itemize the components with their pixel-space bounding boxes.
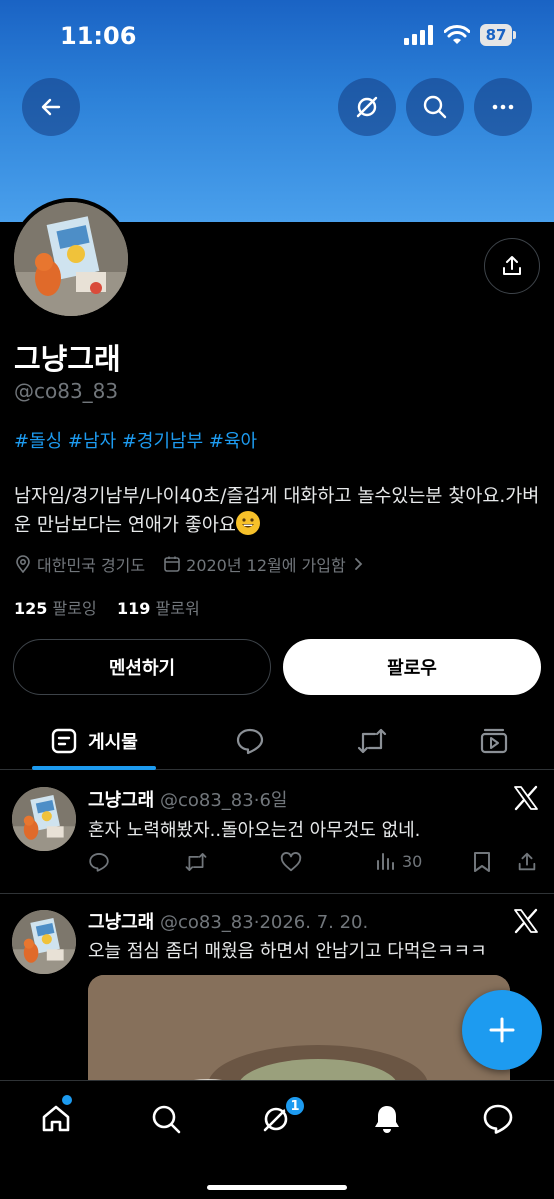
reply-icon xyxy=(236,728,264,755)
post-author-name[interactable]: 그냥그래 xyxy=(88,790,154,811)
post-media-image[interactable] xyxy=(88,975,510,1095)
repost-button[interactable] xyxy=(184,851,208,873)
chevron-right-icon xyxy=(354,558,362,570)
grinning-emoji-icon xyxy=(235,511,260,535)
nav-home[interactable] xyxy=(36,1099,76,1139)
bio-text: 남자임/경기남부/나이40초/즐겁게 대화하고 놀수있는분 찾아요.가벼운 만남… xyxy=(14,486,540,536)
reply-icon xyxy=(89,853,109,872)
grok-icon xyxy=(356,96,378,118)
post-author-handle: @co83_83 xyxy=(159,790,254,811)
followers-count: 119 xyxy=(117,599,151,618)
post-author-name[interactable]: 그냥그래 xyxy=(88,912,154,933)
search-icon xyxy=(423,95,447,119)
post-header: 그냥그래 @co83_83·6일 xyxy=(88,786,287,812)
back-button[interactable] xyxy=(22,78,80,136)
location-pin-icon xyxy=(16,555,30,573)
mention-button[interactable]: 멘션하기 xyxy=(13,639,271,695)
compose-post-button[interactable] xyxy=(462,990,542,1070)
bell-icon xyxy=(375,1106,399,1133)
back-arrow-icon xyxy=(41,98,61,116)
tab-posts[interactable]: 게시물 xyxy=(32,712,156,770)
messages-badge: 1 xyxy=(284,1095,306,1117)
search-icon xyxy=(152,1105,181,1134)
status-time: 11:06 xyxy=(60,22,137,50)
posts-icon xyxy=(51,728,77,754)
repost-icon xyxy=(185,853,207,871)
profile-hashtags[interactable]: #돌싱 #남자 #경기남부 #육아 xyxy=(14,427,257,453)
post-text: 오늘 점심 좀더 매웠음 하면서 안남기고 다먹은ㅋㅋㅋ xyxy=(88,941,487,962)
location-text: 대한민국 경기도 xyxy=(37,556,146,575)
post-time: 6일 xyxy=(259,790,288,811)
post-actions: 30 xyxy=(88,851,544,877)
repost-icon xyxy=(357,728,387,754)
followers-label: 팔로워 xyxy=(155,599,200,618)
location: 대한민국 경기도 xyxy=(14,552,145,576)
calendar-icon xyxy=(164,556,180,572)
battery-icon: 87 xyxy=(480,24,516,46)
views-count: 30 xyxy=(402,851,423,871)
reply-button[interactable] xyxy=(88,851,110,873)
following-count: 125 xyxy=(14,599,48,618)
x-logo-icon xyxy=(514,908,538,934)
status-bar: 11:06 87 xyxy=(0,0,554,74)
home-notification-dot xyxy=(62,1095,72,1105)
search-button[interactable] xyxy=(406,78,464,136)
follow-button[interactable]: 팔로우 xyxy=(283,639,541,695)
views-icon xyxy=(377,853,394,870)
nav-notifications[interactable] xyxy=(367,1099,407,1139)
tab-replies[interactable] xyxy=(230,712,270,770)
home-indicator xyxy=(207,1185,347,1190)
post-item[interactable]: 그냥그래 @co83_83·6일 혼자 노력해봤자..돌아오는건 아무것도 없네… xyxy=(0,771,554,893)
signal-icon xyxy=(404,25,433,45)
bottom-nav: 1 xyxy=(0,1080,554,1199)
avatar-photo xyxy=(14,202,128,316)
media-icon xyxy=(480,728,508,754)
heart-icon xyxy=(280,852,302,872)
more-button[interactable] xyxy=(474,78,532,136)
profile-bio: 남자임/경기남부/나이40초/즐겁게 대화하고 놀수있는분 찾아요.가벼운 만남… xyxy=(14,482,540,540)
follow-stats: 125 팔로잉 119 팔로워 xyxy=(14,595,200,619)
following-link[interactable]: 125 팔로잉 xyxy=(14,599,97,618)
plus-icon xyxy=(489,1017,515,1043)
post-avatar[interactable] xyxy=(12,910,76,974)
tab-posts-label: 게시물 xyxy=(88,732,138,753)
following-label: 팔로잉 xyxy=(52,599,97,618)
bookmark-icon xyxy=(474,852,490,872)
tab-active-indicator xyxy=(32,766,156,770)
home-icon xyxy=(42,1105,70,1132)
share-icon xyxy=(503,256,521,275)
followers-link[interactable]: 119 팔로워 xyxy=(117,599,200,618)
nav-search[interactable] xyxy=(146,1099,186,1139)
profile-name: 그냥그래 xyxy=(14,342,121,376)
grok-button[interactable] xyxy=(338,78,396,136)
x-logo-icon xyxy=(514,785,538,811)
profile-avatar[interactable] xyxy=(10,198,132,320)
profile-tabs: 게시물 xyxy=(0,712,554,770)
views-button[interactable]: 30 xyxy=(376,851,422,871)
tab-reposts[interactable] xyxy=(352,712,392,770)
bookmark-button[interactable] xyxy=(472,851,492,873)
post-author-handle: @co83_83 xyxy=(159,912,254,933)
chat-bubble-icon xyxy=(483,1104,513,1134)
profile-handle: @co83_83 xyxy=(14,379,119,403)
post-avatar[interactable] xyxy=(12,787,76,851)
join-date-text: 2020년 12월에 가입함 xyxy=(186,556,346,575)
battery-level: 87 xyxy=(480,24,512,46)
wifi-icon xyxy=(444,25,470,44)
nav-messages[interactable] xyxy=(478,1099,518,1139)
post-header: 그냥그래 @co83_83·2026. 7. 20. xyxy=(88,908,368,934)
post-text: 혼자 노력해봤자..돌아오는건 아무것도 없네. xyxy=(88,820,421,841)
tab-media[interactable] xyxy=(474,712,514,770)
join-date[interactable]: 2020년 12월에 가입함 xyxy=(163,552,365,576)
share-icon xyxy=(518,852,536,871)
post-time: 2026. 7. 20. xyxy=(259,912,369,933)
share-post-button[interactable] xyxy=(516,851,538,873)
share-profile-button[interactable] xyxy=(484,238,540,294)
like-button[interactable] xyxy=(280,851,302,873)
profile-meta: 대한민국 경기도 2020년 12월에 가입함 xyxy=(14,552,383,576)
more-icon xyxy=(492,104,514,110)
